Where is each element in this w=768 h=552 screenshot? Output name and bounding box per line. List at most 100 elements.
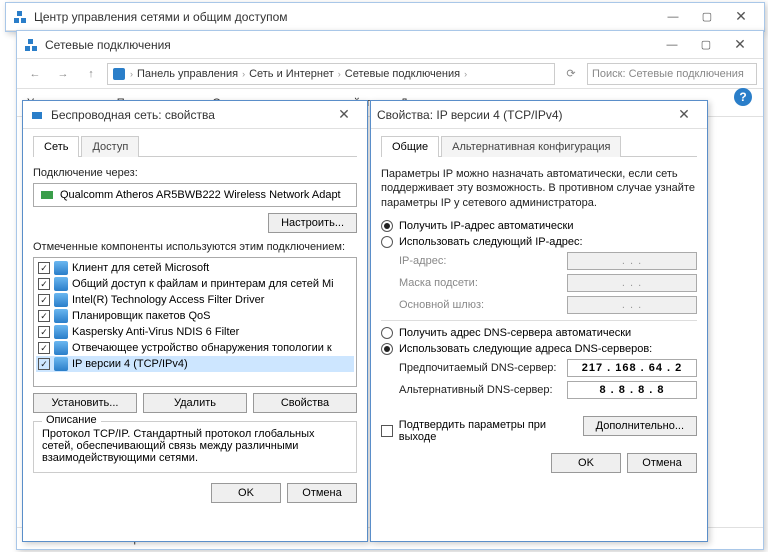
list-item[interactable]: ✓Планировщик пакетов QoS — [36, 308, 354, 324]
help-text: Параметры IP можно назначать автоматичес… — [381, 167, 697, 210]
list-item[interactable]: ✓Общий доступ к файлам и принтерам для с… — [36, 276, 354, 292]
component-icon — [54, 341, 68, 355]
window-title: Центр управления сетями и общим доступом — [34, 10, 656, 24]
control-panel-icon — [112, 67, 126, 81]
dialog-title: Беспроводная сеть: свойства — [51, 108, 327, 122]
radio-icon — [381, 343, 393, 355]
search-input[interactable]: Поиск: Сетевые подключения — [587, 63, 757, 85]
breadcrumb[interactable]: › Панель управления › Сеть и Интернет › … — [107, 63, 555, 85]
ipv4-properties-dialog: Свойства: IP версии 4 (TCP/IPv4) ✕ Общие… — [370, 100, 708, 542]
close-button[interactable]: ✕ — [724, 6, 758, 28]
chevron-right-icon: › — [130, 69, 133, 79]
install-button[interactable]: Установить... — [33, 393, 137, 413]
cancel-button[interactable]: Отмена — [627, 453, 697, 473]
gw-label: Основной шлюз: — [399, 299, 567, 311]
remove-button[interactable]: Удалить — [143, 393, 247, 413]
tab-general[interactable]: Общие — [381, 136, 439, 157]
checkbox-icon[interactable]: ✓ — [38, 262, 50, 274]
checkbox-icon[interactable]: ✓ — [38, 358, 50, 370]
titlebar: Беспроводная сеть: свойства ✕ — [23, 101, 367, 129]
adapter-name: Qualcomm Atheros AR5BWB222 Wireless Netw… — [60, 189, 341, 201]
up-button[interactable]: ↑ — [79, 62, 103, 86]
advanced-button[interactable]: Дополнительно... — [583, 416, 697, 436]
minimize-button[interactable]: — — [655, 34, 689, 56]
dns-manual-radio[interactable]: Использовать следующие адреса DNS-сервер… — [381, 343, 697, 355]
breadcrumb-item[interactable]: Сеть и Интернет — [249, 68, 334, 80]
tabs: Общие Альтернативная конфигурация — [381, 135, 697, 157]
adapter-icon — [29, 107, 45, 123]
component-icon — [54, 309, 68, 323]
ok-button[interactable]: OK — [211, 483, 281, 503]
components-list[interactable]: ✓Клиент для сетей Microsoft ✓Общий досту… — [33, 257, 357, 387]
cancel-button[interactable]: Отмена — [287, 483, 357, 503]
component-icon — [54, 357, 68, 371]
component-icon — [54, 293, 68, 307]
mask-label: Маска подсети: — [399, 277, 567, 289]
radio-icon — [381, 236, 393, 248]
tab-alternate[interactable]: Альтернативная конфигурация — [441, 136, 621, 157]
description-title: Описание — [42, 414, 101, 426]
checkbox-icon[interactable]: ✓ — [38, 294, 50, 306]
tabs: Сеть Доступ — [33, 135, 357, 157]
close-button[interactable]: ✕ — [723, 34, 757, 56]
checkbox-icon[interactable]: ✓ — [38, 278, 50, 290]
list-item[interactable]: ✓Отвечающее устройство обнаружения топол… — [36, 340, 354, 356]
help-icon[interactable]: ? — [734, 88, 752, 106]
adapter-field: Qualcomm Atheros AR5BWB222 Wireless Netw… — [33, 183, 357, 207]
components-label: Отмеченные компоненты используются этим … — [33, 241, 357, 253]
ip-label: IP-адрес: — [399, 255, 567, 267]
component-icon — [54, 325, 68, 339]
gateway-input: . . . — [567, 296, 697, 314]
ip-manual-radio[interactable]: Использовать следующий IP-адрес: — [381, 236, 697, 248]
network-icon — [12, 9, 28, 25]
list-item[interactable]: ✓Intel(R) Technology Access Filter Drive… — [36, 292, 354, 308]
breadcrumb-item[interactable]: Сетевые подключения — [345, 68, 460, 80]
checkbox-icon — [381, 425, 393, 437]
breadcrumb-item[interactable]: Панель управления — [137, 68, 238, 80]
radio-icon — [381, 220, 393, 232]
wireless-properties-dialog: Беспроводная сеть: свойства ✕ Сеть Досту… — [22, 100, 368, 542]
window-title: Сетевые подключения — [45, 38, 655, 52]
dialog-title: Свойства: IP версии 4 (TCP/IPv4) — [377, 108, 667, 122]
component-icon — [54, 261, 68, 275]
tab-access[interactable]: Доступ — [81, 136, 139, 157]
dns2-input[interactable]: 8 . 8 . 8 . 8 — [567, 381, 697, 399]
description-text: Протокол TCP/IP. Стандартный протокол гл… — [42, 428, 348, 464]
dns-auto-radio[interactable]: Получить адрес DNS-сервера автоматически — [381, 327, 697, 339]
configure-button[interactable]: Настроить... — [268, 213, 357, 233]
network-center-window: Центр управления сетями и общим доступом… — [5, 2, 765, 32]
back-button[interactable]: ← — [23, 62, 47, 86]
ok-button[interactable]: OK — [551, 453, 621, 473]
refresh-button[interactable]: ⟳ — [559, 62, 583, 86]
close-button[interactable]: ✕ — [667, 104, 701, 126]
dns1-input[interactable]: 217 . 168 . 64 . 2 — [567, 359, 697, 377]
forward-button[interactable]: → — [51, 62, 75, 86]
tab-network[interactable]: Сеть — [33, 136, 79, 157]
nic-icon — [40, 188, 54, 202]
chevron-right-icon: › — [338, 69, 341, 79]
address-bar: ← → ↑ › Панель управления › Сеть и Интер… — [17, 59, 763, 89]
list-item[interactable]: ✓IP версии 4 (TCP/IPv4) — [36, 356, 354, 372]
titlebar: Свойства: IP версии 4 (TCP/IPv4) ✕ — [371, 101, 707, 129]
chevron-right-icon: › — [242, 69, 245, 79]
ip-auto-radio[interactable]: Получить IP-адрес автоматически — [381, 220, 697, 232]
checkbox-icon[interactable]: ✓ — [38, 310, 50, 322]
close-button[interactable]: ✕ — [327, 104, 361, 126]
checkbox-icon[interactable]: ✓ — [38, 326, 50, 338]
description-group: Описание Протокол TCP/IP. Стандартный пр… — [33, 421, 357, 473]
network-icon — [23, 37, 39, 53]
maximize-button[interactable]: ▢ — [690, 6, 724, 28]
mask-input: . . . — [567, 274, 697, 292]
minimize-button[interactable]: — — [656, 6, 690, 28]
validate-checkbox[interactable]: Подтвердить параметры при выходе — [381, 419, 583, 443]
maximize-button[interactable]: ▢ — [689, 34, 723, 56]
list-item[interactable]: ✓Kaspersky Anti-Virus NDIS 6 Filter — [36, 324, 354, 340]
checkbox-icon[interactable]: ✓ — [38, 342, 50, 354]
component-icon — [54, 277, 68, 291]
dns2-label: Альтернативный DNS-сервер: — [399, 384, 567, 396]
properties-button[interactable]: Свойства — [253, 393, 357, 413]
titlebar: Центр управления сетями и общим доступом… — [6, 3, 764, 31]
list-item[interactable]: ✓Клиент для сетей Microsoft — [36, 260, 354, 276]
divider — [381, 320, 697, 321]
ip-input: . . . — [567, 252, 697, 270]
